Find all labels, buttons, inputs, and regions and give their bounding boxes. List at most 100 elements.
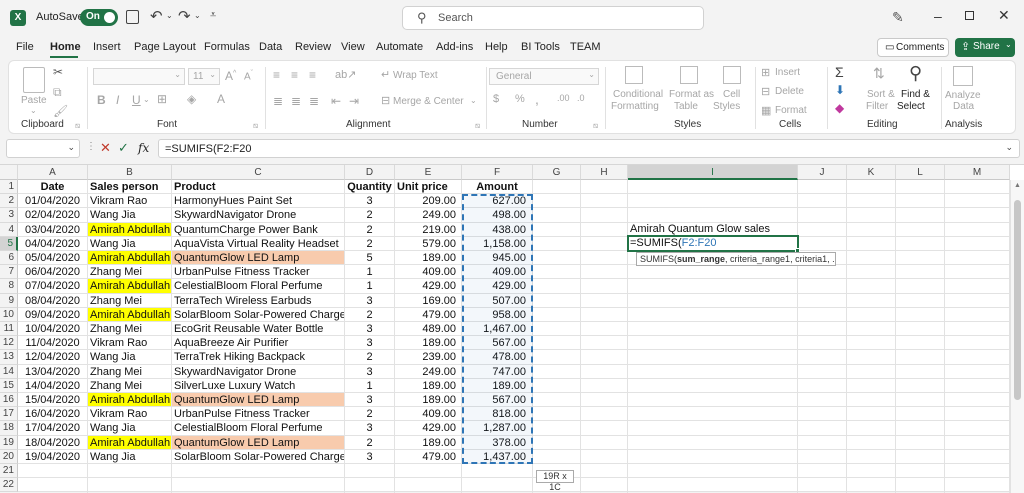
header-quantity[interactable]: Quantity — [345, 180, 394, 193]
cell-quantity[interactable]: 5 — [345, 251, 394, 264]
cell-date[interactable]: 17/04/2020 — [18, 421, 87, 434]
row-header-14[interactable]: 14 — [0, 364, 18, 379]
cell-quantity[interactable]: 3 — [345, 294, 394, 307]
cell-sales-person[interactable]: Amirah Abdullah — [88, 251, 171, 265]
autosave-toggle[interactable]: On — [80, 9, 118, 26]
row-header-18[interactable]: 18 — [0, 421, 18, 436]
font-name-dropdown[interactable]: ⌄ — [93, 68, 185, 85]
cell-sales-person[interactable]: Amirah Abdullah — [88, 435, 171, 449]
cell-sales-person[interactable]: Vikram Rao — [88, 407, 171, 420]
chevron-down-icon[interactable]: ⌄ — [194, 11, 201, 20]
cell-product[interactable]: TerraTrek Hiking Backpack — [172, 350, 344, 363]
tab-review[interactable]: Review — [295, 41, 331, 53]
column-header-k[interactable]: K — [847, 165, 896, 180]
cell-quantity[interactable]: 2 — [345, 237, 394, 250]
cell-unit-price[interactable]: 429.00 — [395, 421, 461, 434]
fill-color-icon[interactable]: ◈ — [187, 92, 196, 106]
column-header-m[interactable]: M — [945, 165, 1010, 180]
cell-unit-price[interactable]: 169.00 — [395, 294, 461, 307]
cell-styles-button-2[interactable]: Styles — [713, 101, 740, 112]
cell-unit-price[interactable]: 219.00 — [395, 223, 461, 236]
cell-product[interactable]: SkywardNavigator Drone — [172, 365, 344, 378]
row-header-6[interactable]: 6 — [0, 251, 18, 266]
column-header-d[interactable]: D — [345, 165, 395, 180]
cell-product[interactable]: SilverLuxe Luxury Watch — [172, 379, 344, 392]
format-as-table-button[interactable]: Format as — [669, 89, 714, 100]
conditional-formatting-button[interactable]: Conditional — [613, 89, 663, 100]
minimize-icon[interactable]: – — [934, 8, 942, 24]
row-header-2[interactable]: 2 — [0, 194, 18, 209]
sort-filter-button[interactable]: Sort & — [867, 89, 895, 100]
cell-quantity[interactable]: 1 — [345, 265, 394, 278]
paste-icon[interactable] — [23, 67, 45, 93]
cell-sales-person[interactable]: Zhang Mei — [88, 322, 171, 335]
cell-date[interactable]: 12/04/2020 — [18, 350, 87, 363]
cell-date[interactable]: 13/04/2020 — [18, 365, 87, 378]
delete-cells-icon[interactable]: ⊟ — [761, 85, 770, 98]
autosum-icon[interactable]: Σ — [835, 64, 844, 80]
tab-file[interactable]: File — [16, 41, 34, 53]
italic-icon[interactable]: I — [116, 93, 119, 107]
cell-product[interactable]: EcoGrit Reusable Water Bottle — [172, 322, 344, 335]
row-header-19[interactable]: 19 — [0, 435, 18, 450]
cell-product[interactable]: SkywardNavigator Drone — [172, 208, 344, 221]
cell-quantity[interactable]: 3 — [345, 365, 394, 378]
tab-automate[interactable]: Automate — [376, 41, 423, 53]
cell-quantity[interactable]: 3 — [345, 336, 394, 349]
cell-product[interactable]: UrbanPulse Fitness Tracker — [172, 265, 344, 278]
cell-sales-person[interactable]: Zhang Mei — [88, 365, 171, 378]
dialog-launcher-icon[interactable]: ⧅ — [593, 121, 598, 131]
header-date[interactable]: Date — [18, 180, 87, 193]
cell-product[interactable]: AquaBreeze Air Purifier — [172, 336, 344, 349]
cell-unit-price[interactable]: 409.00 — [395, 407, 461, 420]
formula-input[interactable]: =SUMIFS(F2:F20 ⌄ — [158, 139, 1020, 158]
tab-data[interactable]: Data — [259, 41, 282, 53]
header-product[interactable]: Product — [172, 180, 344, 193]
cell-sales-person[interactable]: Wang Jia — [88, 450, 171, 463]
cell-quantity[interactable]: 3 — [345, 322, 394, 335]
cell-date[interactable]: 05/04/2020 — [18, 251, 87, 264]
cell-unit-price[interactable]: 189.00 — [395, 251, 461, 264]
chevron-down-icon[interactable]: ⌄ — [30, 106, 37, 115]
align-top-icon[interactable]: ≡ — [273, 68, 280, 82]
copy-icon[interactable]: ⧉ — [53, 85, 62, 100]
align-right-icon[interactable]: ≣ — [309, 94, 319, 108]
close-icon[interactable]: ✕ — [998, 7, 1010, 24]
insert-cells-icon[interactable]: ⊞ — [761, 66, 770, 79]
merge-center-button[interactable]: Merge & Center — [393, 96, 464, 107]
comments-button[interactable]: ▭ Comments — [877, 38, 949, 57]
cell-sales-person[interactable]: Amirah Abdullah — [88, 307, 171, 321]
cell-sales-person[interactable]: Zhang Mei — [88, 379, 171, 392]
increase-decimal-icon[interactable]: .00 — [557, 93, 570, 103]
worksheet-grid[interactable]: ABCDEFGHIJKLM 1 2 3 4 5 6 7 8 9 10 11 12 13 14 15 16 17 1… — [0, 164, 1024, 493]
number-format-dropdown[interactable]: General ⌄ — [489, 68, 599, 85]
cell-quantity[interactable]: 2 — [345, 436, 394, 449]
column-header-f[interactable]: F — [462, 165, 533, 180]
cell-date[interactable]: 04/04/2020 — [18, 237, 87, 250]
decrease-indent-icon[interactable]: ⇤ — [331, 94, 341, 108]
share-button[interactable]: ⇪ Share ⌄ — [955, 38, 1015, 57]
cell-unit-price[interactable]: 409.00 — [395, 265, 461, 278]
cell-sales-person[interactable]: Wang Jia — [88, 421, 171, 434]
cell-date[interactable]: 02/04/2020 — [18, 208, 87, 221]
restore-icon[interactable] — [965, 11, 974, 20]
align-middle-icon[interactable]: ≡ — [291, 68, 298, 82]
decrease-decimal-icon[interactable]: .0 — [577, 93, 585, 103]
row-header-3[interactable]: 3 — [0, 208, 18, 223]
tab-formulas[interactable]: Formulas — [204, 41, 250, 53]
align-bottom-icon[interactable]: ≡ — [309, 68, 316, 82]
row-header-4[interactable]: 4 — [0, 222, 18, 237]
cell-date[interactable]: 07/04/2020 — [18, 279, 87, 292]
row-header-21[interactable]: 21 — [0, 464, 18, 479]
cell-date[interactable]: 18/04/2020 — [18, 436, 87, 449]
dialog-launcher-icon[interactable]: ⧅ — [253, 121, 258, 131]
bold-icon[interactable]: B — [97, 93, 106, 107]
cell-sales-person[interactable]: Zhang Mei — [88, 265, 171, 278]
i5-formula[interactable]: =SUMIFS(F2:F20 — [628, 236, 719, 250]
row-header-15[interactable]: 15 — [0, 378, 18, 393]
row-header-1[interactable]: 1 — [0, 180, 18, 195]
enter-icon[interactable]: ✓ — [118, 140, 129, 156]
cell-sales-person[interactable]: Wang Jia — [88, 208, 171, 221]
cell-quantity[interactable]: 2 — [345, 407, 394, 420]
customize-toolbar-icon[interactable]: ⩡ — [210, 9, 216, 22]
